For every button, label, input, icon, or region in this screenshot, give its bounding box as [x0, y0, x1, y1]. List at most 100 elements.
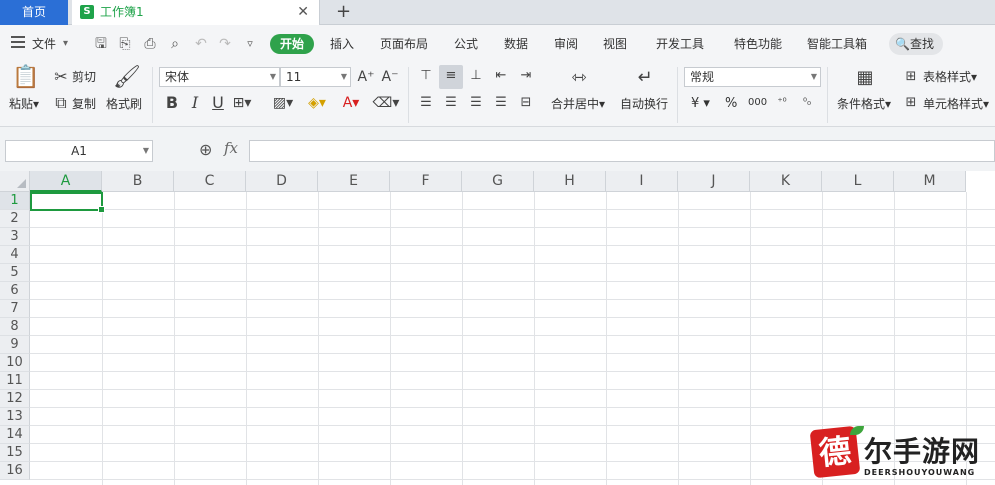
customize-icon[interactable]: ▿ — [241, 35, 259, 53]
decrease-font-icon[interactable]: A⁻ — [381, 68, 399, 86]
column-header[interactable]: F — [390, 171, 462, 192]
fill-pattern-icon[interactable]: ▨▾ — [270, 94, 296, 112]
tab-formulas[interactable]: 公式 — [454, 25, 478, 63]
tab-insert[interactable]: 插入 — [330, 25, 354, 63]
column-header[interactable]: D — [246, 171, 318, 192]
column-header[interactable]: I — [606, 171, 678, 192]
cell-style-button[interactable]: 单元格样式▾ — [923, 96, 989, 112]
name-box[interactable]: A1 ▼ — [5, 140, 153, 162]
row-header[interactable]: 15 — [0, 444, 30, 462]
tab-special[interactable]: 特色功能 — [734, 25, 782, 63]
close-icon[interactable]: ✕ — [297, 0, 309, 25]
row-header[interactable]: 14 — [0, 426, 30, 444]
row-header[interactable]: 3 — [0, 228, 30, 246]
row-header[interactable]: 2 — [0, 210, 30, 228]
decrease-decimal-icon[interactable]: ⁰₀ — [797, 94, 817, 112]
align-top-icon[interactable]: ⊤ — [417, 67, 435, 85]
cell-style-icon[interactable]: ⊞ — [902, 94, 920, 112]
align-middle-icon[interactable]: ≡ — [442, 67, 460, 85]
font-name-select[interactable]: 宋体 ▼ — [159, 67, 280, 87]
column-header[interactable]: H — [534, 171, 606, 192]
tab-data[interactable]: 数据 — [504, 25, 528, 63]
column-header[interactable]: K — [750, 171, 822, 192]
column-header[interactable]: G — [462, 171, 534, 192]
column-header[interactable]: M — [894, 171, 966, 192]
underline-icon[interactable]: U — [210, 94, 226, 112]
save-icon[interactable]: 🖫 — [92, 35, 110, 53]
copy-icon[interactable]: ⧉ — [52, 94, 70, 112]
cut-button[interactable]: 剪切 — [72, 69, 96, 85]
copy-button[interactable]: 复制 — [72, 96, 96, 112]
justify-icon[interactable]: ☰ — [492, 94, 510, 112]
row-header[interactable]: 7 — [0, 300, 30, 318]
cut-icon[interactable]: ✂ — [52, 68, 70, 86]
column-header[interactable]: J — [678, 171, 750, 192]
select-all-corner[interactable] — [0, 171, 30, 192]
column-header[interactable]: B — [102, 171, 174, 192]
merge-center-button[interactable]: 合并居中▾ — [551, 96, 605, 112]
export-icon[interactable]: ⎘ — [116, 35, 134, 53]
align-right-icon[interactable]: ☰ — [467, 94, 485, 112]
column-header[interactable]: A — [30, 171, 102, 192]
paste-button[interactable]: 粘贴▾ — [9, 96, 39, 112]
align-bottom-icon[interactable]: ⊥ — [467, 67, 485, 85]
align-center-icon[interactable]: ☰ — [442, 94, 460, 112]
row-header[interactable]: 11 — [0, 372, 30, 390]
tab-smart-tools[interactable]: 智能工具箱 — [807, 25, 867, 63]
table-style-button[interactable]: 表格样式▾ — [923, 69, 977, 85]
conditional-format-button[interactable]: 条件格式▾ — [837, 96, 891, 112]
new-tab-button[interactable]: + — [336, 0, 351, 24]
font-size-select[interactable]: 11 ▼ — [280, 67, 351, 87]
merge-center-icon[interactable]: ⇿ — [566, 65, 592, 91]
row-header[interactable]: 9 — [0, 336, 30, 354]
conditional-format-icon[interactable]: ▦ — [852, 65, 878, 91]
formula-input[interactable] — [249, 140, 995, 162]
home-tab[interactable]: 首页 — [0, 0, 68, 25]
italic-icon[interactable]: I — [187, 94, 203, 112]
paste-icon[interactable]: 📋 — [12, 65, 39, 91]
row-header[interactable]: 8 — [0, 318, 30, 336]
clear-format-icon[interactable]: ⌫▾ — [372, 94, 400, 112]
align-left-icon[interactable]: ☰ — [417, 94, 435, 112]
search-button[interactable]: 🔍查找 — [889, 33, 943, 55]
print-icon[interactable]: ⎙ — [141, 35, 159, 53]
file-menu[interactable]: 文件 — [32, 25, 56, 63]
font-color-icon[interactable]: A▾ — [338, 94, 364, 112]
row-header[interactable]: 10 — [0, 354, 30, 372]
active-cell[interactable] — [30, 192, 105, 213]
number-format-select[interactable]: 常规 ▼ — [684, 67, 821, 87]
row-header[interactable]: 1 — [0, 192, 30, 210]
tab-developer[interactable]: 开发工具 — [656, 25, 704, 63]
chevron-down-icon[interactable]: ▾ — [63, 25, 68, 63]
tab-start[interactable]: 开始 — [270, 34, 314, 54]
wrap-text-icon[interactable]: ↵ — [632, 65, 658, 91]
bold-icon[interactable]: B — [164, 94, 180, 112]
document-tab[interactable]: S 工作簿1 ✕ — [72, 0, 320, 25]
increase-font-icon[interactable]: A⁺ — [357, 68, 375, 86]
increase-decimal-icon[interactable]: ⁺⁰ — [772, 94, 792, 112]
row-header[interactable]: 4 — [0, 246, 30, 264]
distributed-icon[interactable]: ⊟ — [517, 94, 535, 112]
hamburger-icon[interactable] — [11, 36, 25, 48]
decrease-indent-icon[interactable]: ⇤ — [492, 67, 510, 85]
column-header[interactable]: L — [822, 171, 894, 192]
increase-indent-icon[interactable]: ⇥ — [517, 67, 535, 85]
print-preview-icon[interactable]: ⌕ — [166, 35, 184, 53]
fill-color-icon[interactable]: ◈▾ — [303, 94, 331, 112]
table-style-icon[interactable]: ⊞ — [902, 68, 920, 86]
currency-button[interactable]: ¥ ▾ — [691, 96, 710, 112]
zoom-formula-icon[interactable]: ⊕ — [199, 140, 212, 159]
wrap-text-button[interactable]: 自动换行 — [620, 96, 668, 112]
row-header[interactable]: 12 — [0, 390, 30, 408]
tab-view[interactable]: 视图 — [603, 25, 627, 63]
undo-icon[interactable]: ↶ — [192, 35, 210, 53]
border-icon[interactable]: ⊞▾ — [230, 94, 254, 112]
thousands-button[interactable]: 000 — [748, 95, 767, 111]
column-header[interactable]: E — [318, 171, 390, 192]
row-header[interactable]: 5 — [0, 264, 30, 282]
format-painter-button[interactable]: 格式刷 — [106, 96, 142, 112]
row-header[interactable]: 13 — [0, 408, 30, 426]
percent-button[interactable]: % — [725, 96, 737, 112]
column-header[interactable]: C — [174, 171, 246, 192]
redo-icon[interactable]: ↷ — [216, 35, 234, 53]
